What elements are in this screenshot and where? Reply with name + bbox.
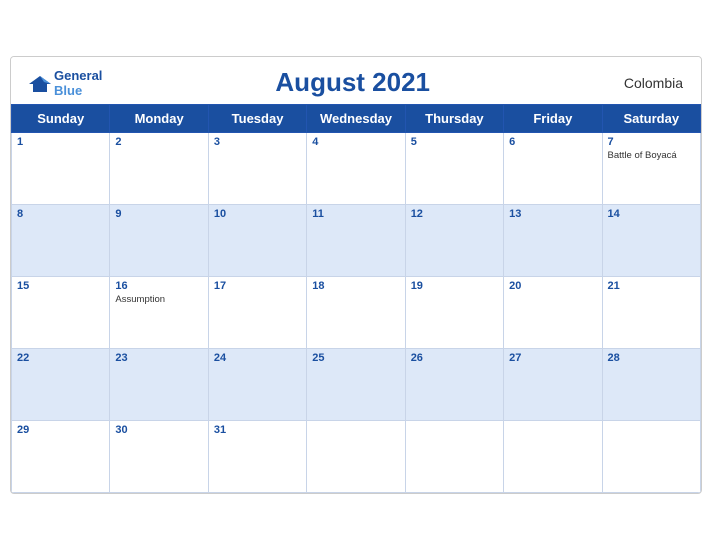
calendar-day-cell: 4 <box>307 133 405 205</box>
day-number: 8 <box>17 208 104 220</box>
event-label: Assumption <box>115 294 202 306</box>
day-number: 12 <box>411 208 498 220</box>
day-number: 6 <box>509 136 596 148</box>
calendar-day-cell: 30 <box>110 421 208 493</box>
header-monday: Monday <box>110 105 208 133</box>
logo-text: GeneralBlue <box>54 68 102 98</box>
day-number: 24 <box>214 352 301 364</box>
calendar-day-cell: 24 <box>208 349 306 421</box>
logo: GeneralBlue <box>29 68 102 98</box>
day-number: 17 <box>214 280 301 292</box>
calendar-day-cell: 14 <box>602 205 700 277</box>
day-number: 30 <box>115 424 202 436</box>
calendar-day-cell: 17 <box>208 277 306 349</box>
calendar-day-cell: 27 <box>504 349 602 421</box>
calendar-day-cell: 13 <box>504 205 602 277</box>
calendar-day-cell: 16 Assumption <box>110 277 208 349</box>
day-number: 21 <box>608 280 695 292</box>
calendar-day-cell <box>504 421 602 493</box>
calendar-week-row: 29 30 31 <box>12 421 701 493</box>
day-number: 19 <box>411 280 498 292</box>
day-number: 15 <box>17 280 104 292</box>
calendar-day-cell <box>602 421 700 493</box>
day-number: 25 <box>312 352 399 364</box>
calendar-title: August 2021 <box>102 67 603 98</box>
calendar-day-cell: 7 Battle of Boyacá <box>602 133 700 205</box>
calendar-table: Sunday Monday Tuesday Wednesday Thursday… <box>11 104 701 493</box>
day-number: 14 <box>608 208 695 220</box>
day-number: 31 <box>214 424 301 436</box>
header-saturday: Saturday <box>602 105 700 133</box>
calendar-day-cell: 28 <box>602 349 700 421</box>
day-number: 28 <box>608 352 695 364</box>
day-number: 3 <box>214 136 301 148</box>
day-number: 20 <box>509 280 596 292</box>
day-number: 11 <box>312 208 399 220</box>
calendar-day-cell: 8 <box>12 205 110 277</box>
calendar-week-row: 22 23 24 25 26 27 28 <box>12 349 701 421</box>
calendar-day-cell: 18 <box>307 277 405 349</box>
calendar-day-cell: 6 <box>504 133 602 205</box>
header-sunday: Sunday <box>12 105 110 133</box>
calendar-day-cell: 31 <box>208 421 306 493</box>
day-number: 29 <box>17 424 104 436</box>
calendar-day-cell <box>405 421 503 493</box>
weekday-header-row: Sunday Monday Tuesday Wednesday Thursday… <box>12 105 701 133</box>
calendar-day-cell: 12 <box>405 205 503 277</box>
calendar-week-row: 15 16 Assumption 17 18 19 20 21 <box>12 277 701 349</box>
calendar-day-cell: 3 <box>208 133 306 205</box>
calendar-week-row: 1234567 Battle of Boyacá <box>12 133 701 205</box>
day-number: 1 <box>17 136 104 148</box>
day-number: 16 <box>115 280 202 292</box>
day-number: 4 <box>312 136 399 148</box>
calendar-day-cell: 29 <box>12 421 110 493</box>
calendar-day-cell: 22 <box>12 349 110 421</box>
calendar-day-cell: 2 <box>110 133 208 205</box>
day-number: 22 <box>17 352 104 364</box>
calendar-day-cell: 23 <box>110 349 208 421</box>
event-label: Battle of Boyacá <box>608 150 695 162</box>
calendar-day-cell: 5 <box>405 133 503 205</box>
calendar-week-row: 89 10 11 12 13 14 <box>12 205 701 277</box>
calendar: GeneralBlue August 2021 Colombia Sunday … <box>10 56 702 494</box>
header-wednesday: Wednesday <box>307 105 405 133</box>
day-number: 18 <box>312 280 399 292</box>
calendar-day-cell: 21 <box>602 277 700 349</box>
day-number: 23 <box>115 352 202 364</box>
header-friday: Friday <box>504 105 602 133</box>
calendar-day-cell: 19 <box>405 277 503 349</box>
calendar-header: GeneralBlue August 2021 Colombia <box>11 57 701 104</box>
calendar-day-cell <box>307 421 405 493</box>
logo-bird-icon <box>29 74 51 92</box>
day-number: 2 <box>115 136 202 148</box>
calendar-day-cell: 10 <box>208 205 306 277</box>
calendar-day-cell: 11 <box>307 205 405 277</box>
day-number: 27 <box>509 352 596 364</box>
calendar-day-cell: 15 <box>12 277 110 349</box>
calendar-day-cell: 26 <box>405 349 503 421</box>
day-number: 13 <box>509 208 596 220</box>
calendar-day-cell: 20 <box>504 277 602 349</box>
day-number: 10 <box>214 208 301 220</box>
header-tuesday: Tuesday <box>208 105 306 133</box>
header-thursday: Thursday <box>405 105 503 133</box>
day-number: 9 <box>115 208 202 220</box>
calendar-day-cell: 25 <box>307 349 405 421</box>
day-number: 26 <box>411 352 498 364</box>
calendar-day-cell: 1 <box>12 133 110 205</box>
day-number: 5 <box>411 136 498 148</box>
country-label: Colombia <box>603 75 683 91</box>
calendar-day-cell: 9 <box>110 205 208 277</box>
day-number: 7 <box>608 136 695 148</box>
